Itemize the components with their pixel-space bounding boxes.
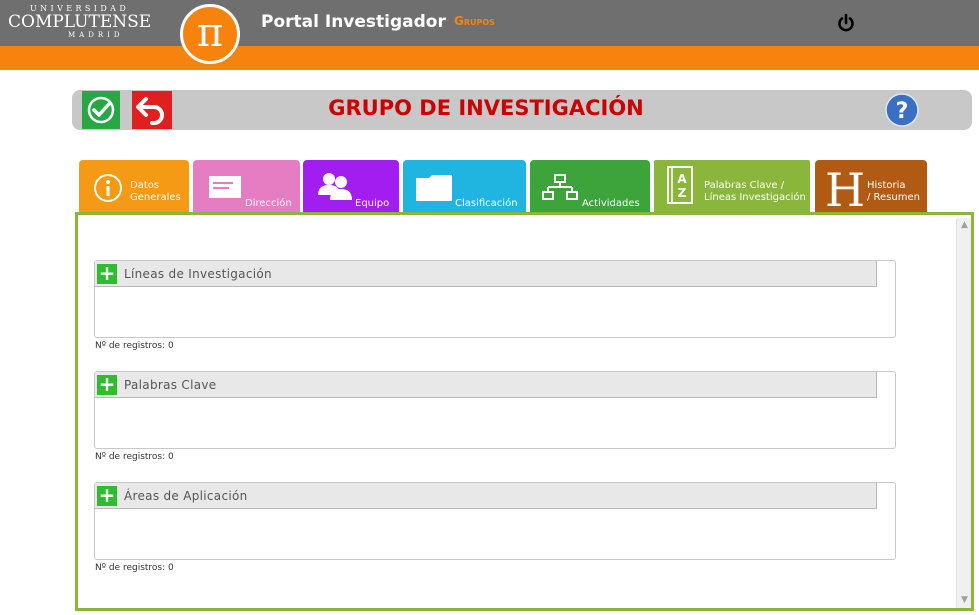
record-count: Nº de registros: 0 (95, 341, 174, 351)
dictionary-az-icon: A Z (667, 166, 693, 204)
tab-label: Equipo (355, 198, 390, 209)
section-title: Palabras Clave (124, 378, 217, 392)
help-icon[interactable]: ? (885, 93, 919, 127)
nav-link-grupos[interactable]: Grupos (454, 14, 495, 28)
back-button[interactable] (132, 91, 172, 129)
section-header: + Palabras Clave (95, 372, 877, 398)
logo-line-3: MADRID (68, 31, 124, 39)
tab-label-line1: Datos (130, 180, 160, 191)
check-icon (87, 96, 115, 124)
scroll-down-arrow-icon[interactable]: ▼ (957, 593, 972, 608)
section-header: + Líneas de Investigación (95, 261, 877, 287)
svg-text:H: H (825, 164, 865, 210)
folder-icon (416, 175, 452, 201)
document-lines-icon (209, 176, 241, 198)
svg-text:Z: Z (678, 186, 687, 200)
letter-h-icon: H (825, 164, 865, 210)
svg-text:A: A (677, 172, 687, 186)
section-palabras-clave: + Palabras Clave (94, 371, 896, 449)
pi-logo[interactable]: π (180, 4, 240, 64)
section-areas-aplicacion: + Áreas de Aplicación (94, 482, 896, 560)
tab-label: Dirección (245, 198, 292, 209)
tab-label-line1: Historia (867, 180, 906, 191)
vertical-scrollbar[interactable]: ▲ ▼ (956, 218, 971, 608)
record-count: Nº de registros: 0 (95, 452, 174, 462)
tab-equipo[interactable]: Equipo (303, 160, 399, 212)
scroll-up-arrow-icon[interactable]: ▲ (957, 218, 972, 233)
section-title: Líneas de Investigación (124, 267, 272, 281)
section-header: + Áreas de Aplicación (95, 483, 877, 509)
tab-datos-generales[interactable]: Datos Generales (79, 160, 189, 212)
tab-clasificacion[interactable]: Clasificación (403, 160, 526, 212)
tab-palabras-clave[interactable]: A Z Palabras Clave / Líneas Investigació… (652, 158, 812, 214)
section-title: Áreas de Aplicación (124, 489, 248, 503)
tab-label: Actividades (582, 198, 640, 209)
tab-label-line1: Palabras Clave / (704, 180, 785, 191)
add-button[interactable]: + (97, 263, 117, 284)
power-icon[interactable] (836, 13, 856, 33)
record-count: Nº de registros: 0 (95, 563, 174, 573)
app-title: Portal Investigador (261, 12, 446, 32)
logo-line-2: COMPLUTENSE (8, 12, 152, 32)
tab-label-line2: Generales (130, 192, 181, 203)
ucm-logo[interactable]: UNIVERSIDAD COMPLUTENSE MADRID (8, 4, 151, 40)
orange-accent-bar (0, 46, 979, 70)
people-icon (318, 173, 352, 200)
tab-direccion[interactable]: Dirección (193, 160, 300, 212)
add-button[interactable]: + (97, 374, 117, 395)
tab-label-line2: / Resumen (867, 192, 920, 203)
svg-text:?: ? (896, 99, 909, 124)
tab-label-line2: Líneas Investigación (704, 192, 806, 203)
add-button[interactable]: + (97, 485, 117, 506)
section-lineas-investigacion: + Líneas de Investigación (94, 260, 896, 338)
tab-historia-resumen[interactable]: H Historia / Resumen (815, 160, 927, 212)
save-button[interactable] (82, 91, 120, 129)
info-icon (94, 174, 122, 202)
page-title: GRUPO DE INVESTIGACIÓN (328, 96, 644, 120)
hierarchy-icon (542, 174, 578, 200)
tab-label: Clasificación (455, 198, 518, 209)
undo-arrow-icon (136, 97, 164, 125)
tab-actividades[interactable]: Actividades (530, 160, 650, 212)
